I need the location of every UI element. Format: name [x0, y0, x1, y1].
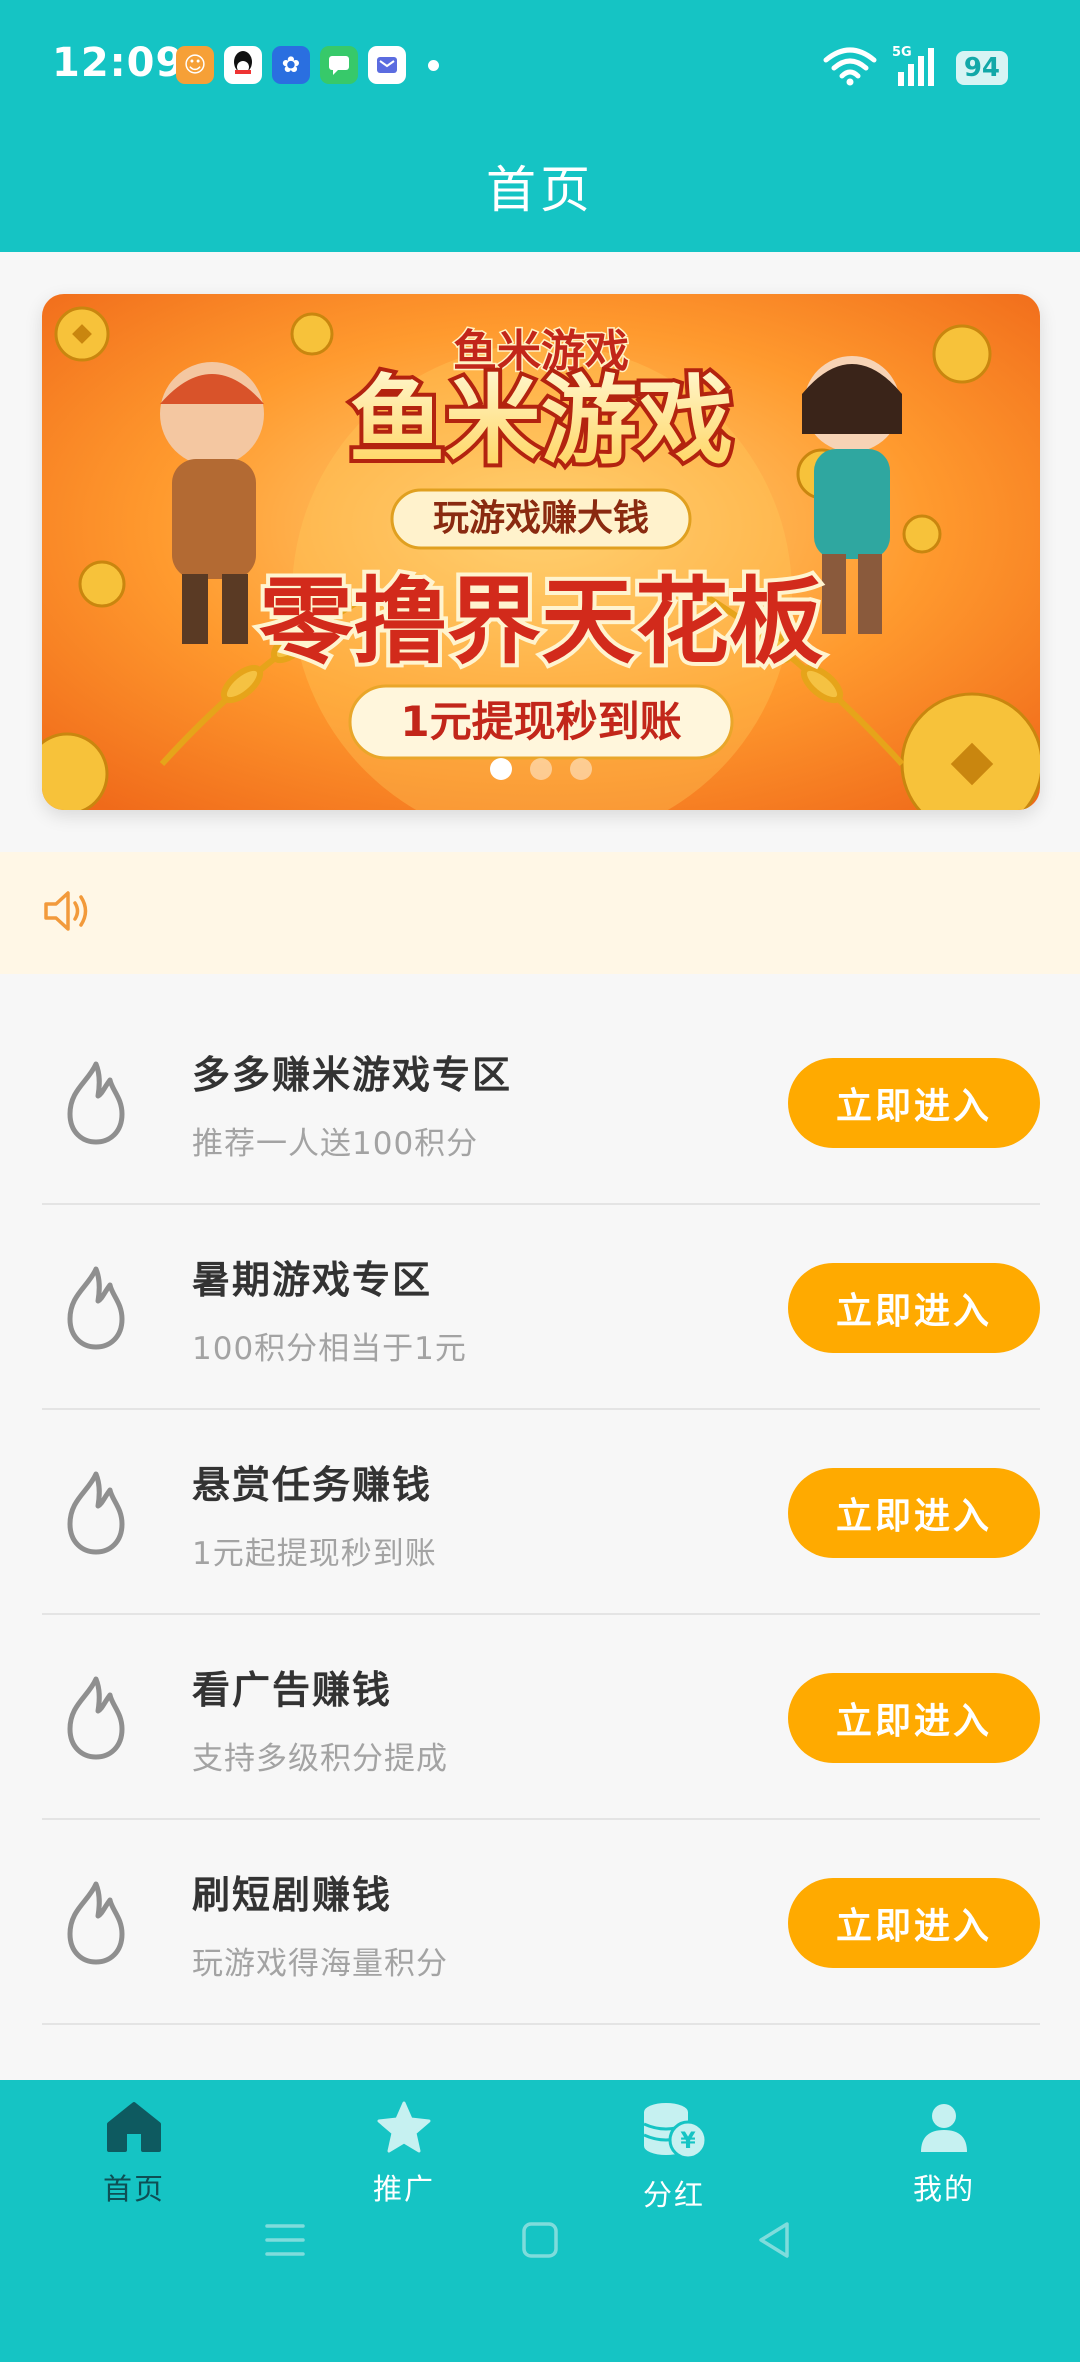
star-icon — [375, 2100, 433, 2158]
menu-nav-button[interactable] — [245, 2200, 325, 2280]
svg-text:玩游戏赚大钱: 玩游戏赚大钱 — [433, 498, 649, 539]
banner-dot[interactable] — [530, 758, 552, 780]
item-title: 看广告赚钱 — [192, 1668, 393, 1712]
user-icon — [915, 2100, 973, 2158]
list-item[interactable]: 暑期游戏专区 100积分相当于1元 立即进入 — [42, 1205, 1040, 1410]
enter-button[interactable]: 立即进入 — [788, 1878, 1040, 1968]
qq-icon — [224, 46, 262, 84]
page-title: 首页 — [486, 161, 594, 219]
enter-button[interactable]: 立即进入 — [788, 1673, 1040, 1763]
home-nav-button[interactable] — [500, 2200, 580, 2280]
status-bar: 12:09 ☺ ✿ 5G 94 — [0, 0, 1080, 130]
banner-dot[interactable] — [570, 758, 592, 780]
svg-text:1元提现秒到账: 1元提现秒到账 — [400, 697, 681, 746]
flame-icon — [58, 1880, 134, 1970]
svg-text:零撸界天花板: 零撸界天花板 — [259, 568, 823, 677]
item-subtitle: 推荐一人送100积分 — [192, 1126, 479, 1162]
wifi-icon — [822, 46, 878, 90]
system-icons: 5G 94 — [822, 44, 1008, 92]
notice-bar[interactable] — [0, 852, 1080, 974]
app-orange-icon: ☺ — [176, 46, 214, 84]
enter-button[interactable]: 立即进入 — [788, 1058, 1040, 1148]
notification-icons: ☺ ✿ — [176, 46, 439, 84]
list-item[interactable]: 看广告赚钱 支持多级积分提成 立即进入 — [42, 1615, 1040, 1820]
flame-icon — [58, 1265, 134, 1355]
flame-icon — [58, 1060, 134, 1150]
speaker-icon — [42, 888, 92, 938]
item-title: 刷短剧赚钱 — [192, 1873, 393, 1917]
messages-icon — [320, 46, 358, 84]
banner-dot[interactable] — [490, 758, 512, 780]
list-item[interactable]: 多多赚米游戏专区 推荐一人送100积分 立即进入 — [42, 1000, 1040, 1205]
list-item[interactable]: 悬赏任务赚钱 1元起提现秒到账 立即进入 — [42, 1410, 1040, 1615]
flame-icon — [58, 1470, 134, 1560]
signal-icon: 5G — [892, 44, 942, 92]
system-navigation-bar — [0, 2200, 1080, 2320]
status-time: 12:09 — [52, 40, 185, 86]
promo-banner[interactable]: 鱼米游戏 鱼米游戏 玩游戏赚大钱 零撸界天花板 1元提现秒到账 — [42, 294, 1040, 810]
back-nav-button[interactable] — [735, 2200, 815, 2280]
item-subtitle: 1元起提现秒到账 — [192, 1536, 437, 1572]
svg-text:5G: 5G — [892, 45, 912, 60]
item-title: 暑期游戏专区 — [192, 1258, 433, 1302]
item-subtitle: 支持多级积分提成 — [192, 1741, 448, 1777]
list-item[interactable]: 刷短剧赚钱 玩游戏得海量积分 立即进入 — [42, 1820, 1040, 2025]
enter-button[interactable]: 立即进入 — [788, 1468, 1040, 1558]
item-title: 悬赏任务赚钱 — [192, 1463, 433, 1507]
top-bar: 12:09 ☺ ✿ 5G 94 首页 — [0, 0, 1080, 252]
item-subtitle: 玩游戏得海量积分 — [192, 1946, 448, 1982]
battery-indicator: 94 — [955, 51, 1008, 85]
feature-list: 多多赚米游戏专区 推荐一人送100积分 立即进入 暑期游戏专区 100积分相当于… — [42, 1000, 1040, 2025]
mail-icon — [368, 46, 406, 84]
app-screen: 12:09 ☺ ✿ 5G 94 首页 鱼米游戏 鱼米游戏 玩游戏赚大钱 零撸界天… — [0, 0, 1080, 2362]
item-subtitle: 100积分相当于1元 — [192, 1331, 467, 1367]
bottom-tab-bar: 首页 推广 ¥ 分红 我的 — [0, 2080, 1080, 2362]
enter-button[interactable]: 立即进入 — [788, 1263, 1040, 1353]
item-title: 多多赚米游戏专区 — [192, 1053, 513, 1097]
pinwheel-icon: ✿ — [272, 46, 310, 84]
flame-icon — [58, 1675, 134, 1765]
more-notifications-dot — [428, 59, 439, 71]
svg-text:鱼米游戏: 鱼米游戏 — [349, 365, 733, 477]
svg-text:¥: ¥ — [680, 2129, 696, 2154]
banner-pagination — [42, 758, 1040, 780]
coins-icon: ¥ — [640, 2100, 708, 2164]
home-icon — [105, 2100, 163, 2158]
banner-image: 鱼米游戏 鱼米游戏 玩游戏赚大钱 零撸界天花板 1元提现秒到账 — [42, 294, 1040, 810]
